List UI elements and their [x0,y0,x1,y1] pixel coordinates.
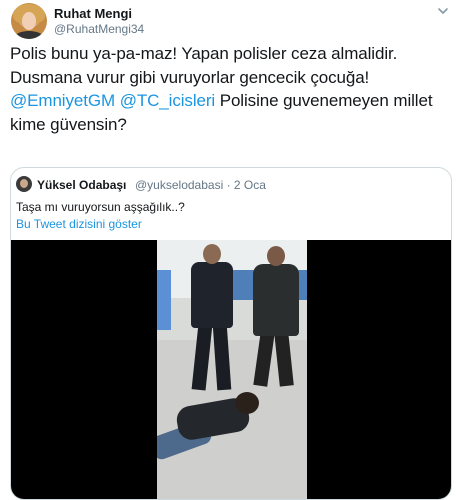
mention-link[interactable]: @TC_icisleri [120,91,216,110]
tweet-text-line: Dusmana vurur gibi vuruyorlar gencecik ç… [10,67,370,87]
tweet-text-line: @EmniyetGM @TC_icisleri Polisine guvenem… [10,89,450,113]
quoted-author-handle[interactable]: @yukselodabasi · 2 Oca [135,178,266,192]
show-thread-link[interactable]: Bu Tweet dizisini göster [16,217,142,231]
quoted-author-avatar[interactable] [16,176,32,192]
video-frame [157,240,307,499]
tweet-text-segment: Polisine guvenemeyen millet [215,91,433,110]
video-figure-lying [157,388,267,468]
video-figure-man [249,246,301,387]
avatar-shirt [15,31,43,39]
quoted-author-name[interactable]: Yüksel Odabaşı [37,178,126,192]
quoted-avatar-face [20,179,28,188]
avatar-face [22,12,36,30]
author-avatar[interactable] [11,3,47,39]
author-handle[interactable]: @RuhatMengi34 [54,22,144,36]
video-blue-panel [157,270,171,330]
mention-link[interactable]: @EmniyetGM [10,91,115,110]
video-figure-officer [185,244,237,394]
author-name[interactable]: Ruhat Mengi [54,6,132,21]
tweet-text: Polis bunu ya-pa-maz! Yapan polisler cez… [10,42,450,136]
chevron-down-icon[interactable] [436,4,450,18]
quoted-tweet[interactable]: Yüksel Odabaşı @yukselodabasi · 2 Oca Ta… [10,167,452,500]
tweet: Ruhat Mengi @RuhatMengi34 Polis bunu ya-… [0,0,459,500]
quoted-tweet-text: Taşa mı vuruyorsun aşşağılık..? [16,200,185,214]
tweet-text-line: kime güvensin? [10,114,127,134]
tweet-text-line: Polis bunu ya-pa-maz! Yapan polisler cez… [10,44,398,63]
video-player[interactable] [11,240,451,499]
